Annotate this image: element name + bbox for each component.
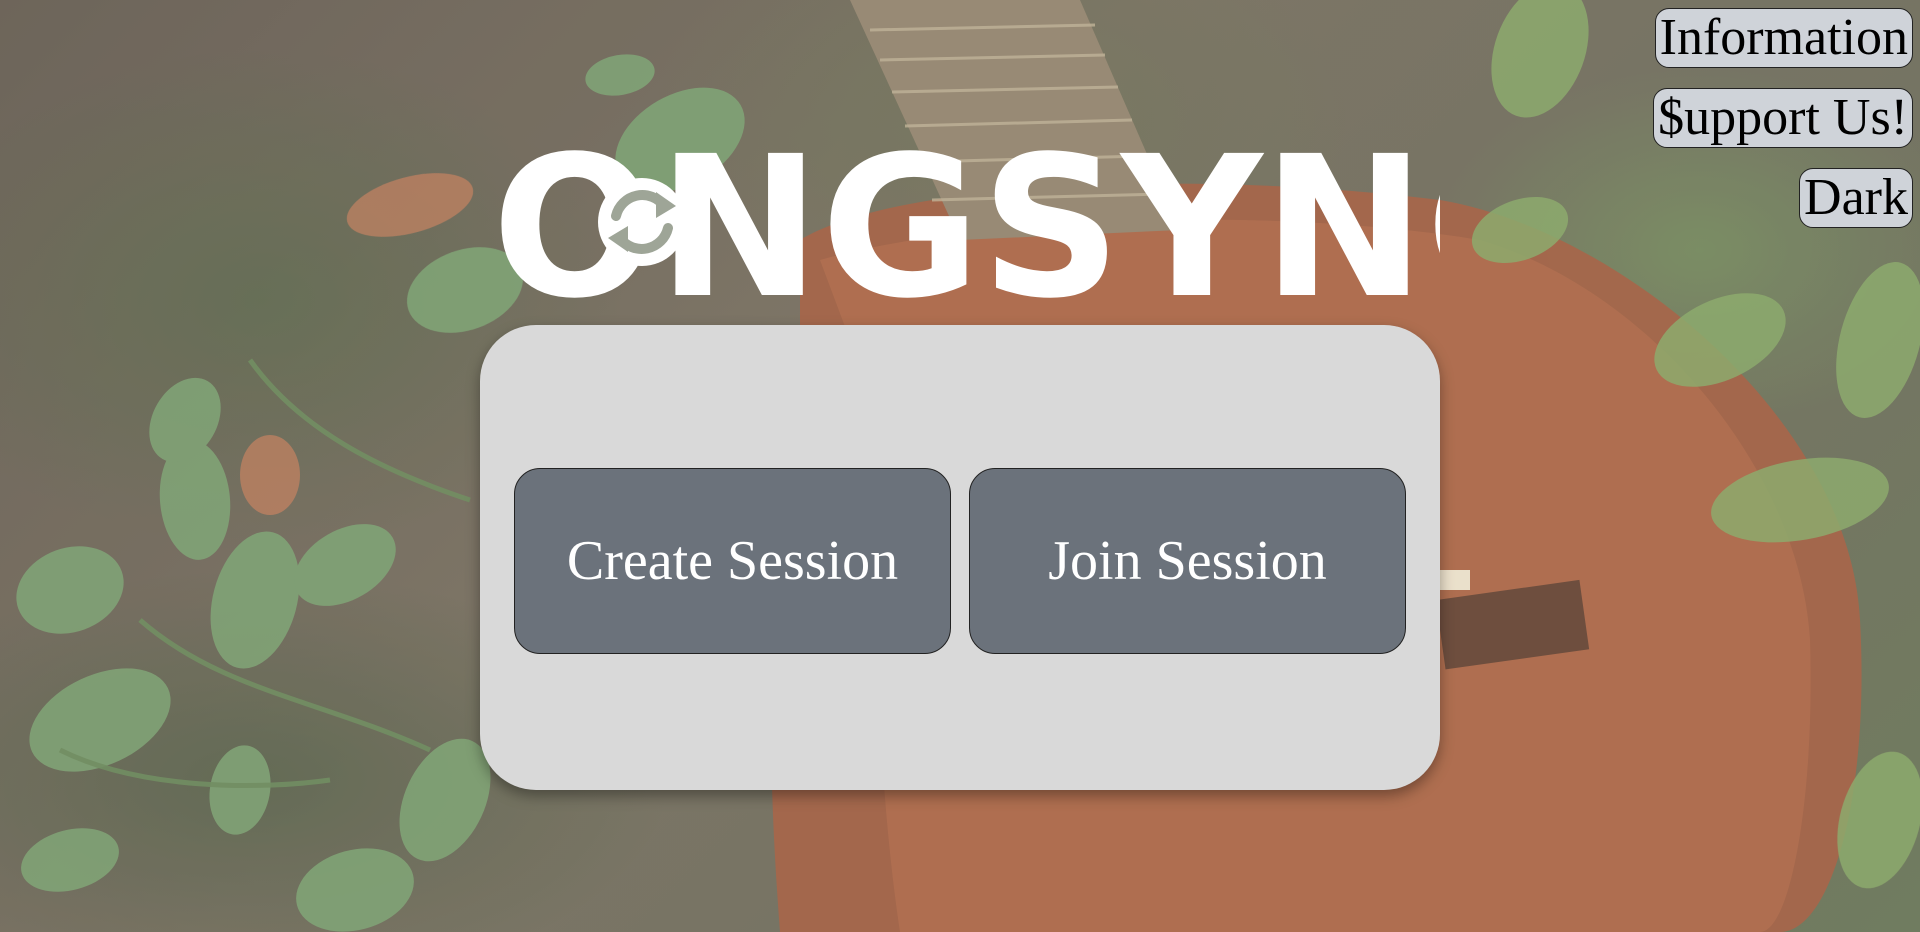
songsync-logo: SONGSYNC [351,114,1568,341]
session-card: Create Session Join Session [480,325,1440,790]
support-us-button[interactable]: $upport Us! [1653,88,1913,148]
create-session-button[interactable]: Create Session [514,468,951,654]
dark-mode-toggle[interactable]: Dark [1799,168,1913,228]
join-session-button[interactable]: Join Session [969,468,1406,654]
information-button[interactable]: Information [1654,8,1913,68]
sync-icon [598,178,686,266]
